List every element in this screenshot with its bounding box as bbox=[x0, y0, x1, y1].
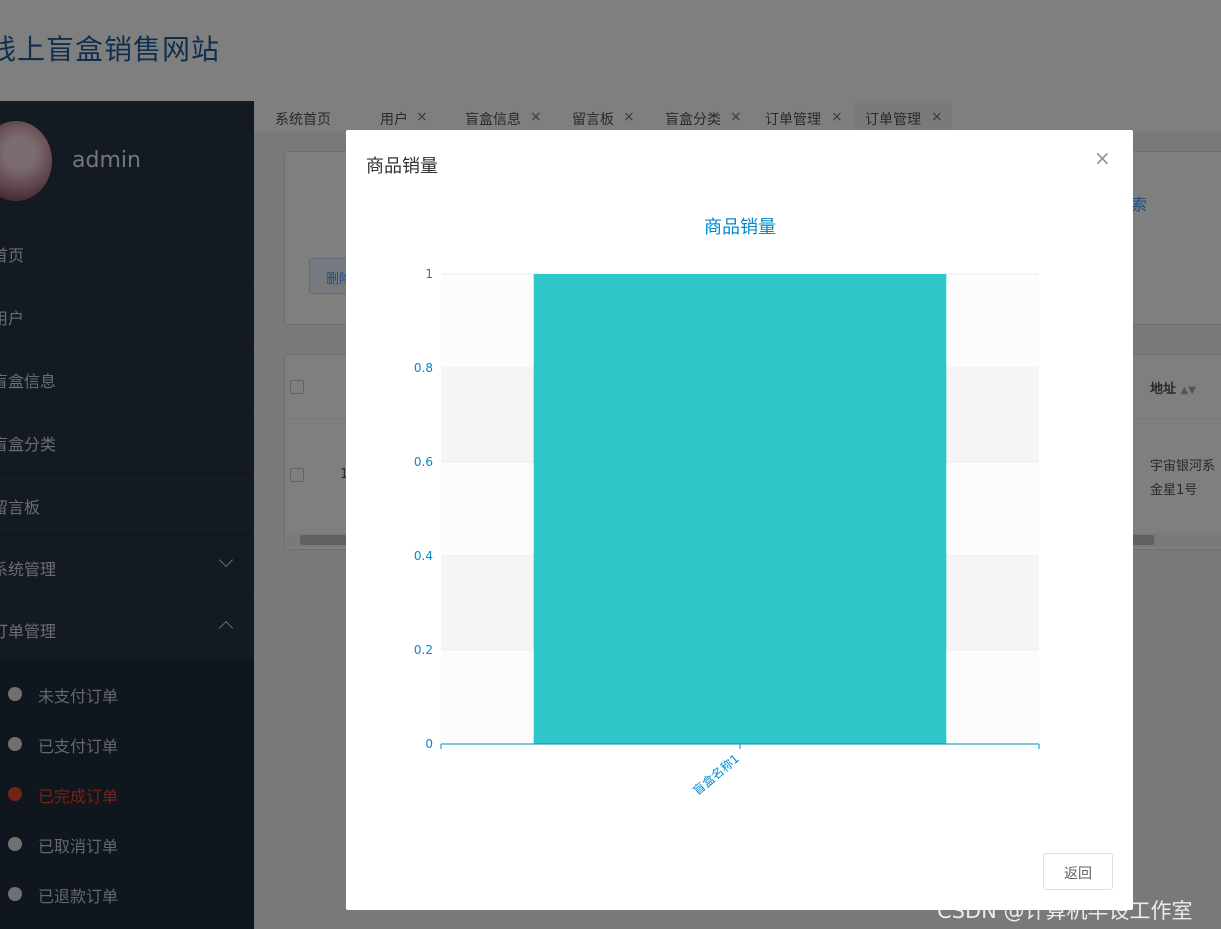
x-tick-label: 盲盒名称1 bbox=[690, 751, 742, 798]
y-tick-label: 1 bbox=[425, 267, 433, 281]
sales-bar-chart: 商品销量 0 0.2 0.4 0.6 0.8 1 盲盒名称1 bbox=[414, 217, 1040, 798]
sales-chart-dialog: 商品销量 × 商品销量 0 0.2 0.4 0.6 0.8 1 盲盒名称1 返回 bbox=[346, 130, 1133, 910]
y-tick-label: 0 bbox=[425, 737, 433, 751]
y-tick-label: 0.6 bbox=[414, 455, 433, 469]
y-tick-label: 0.4 bbox=[414, 549, 433, 563]
close-icon[interactable]: × bbox=[1094, 146, 1111, 170]
return-button-label: 返回 bbox=[1064, 866, 1092, 882]
bar bbox=[533, 274, 947, 744]
watermark: CSDN @计算机毕设工作室 bbox=[937, 899, 1193, 923]
chart-title: 商品销量 bbox=[704, 217, 776, 238]
dialog-title: 商品销量 bbox=[366, 156, 438, 177]
y-tick-label: 0.2 bbox=[414, 643, 433, 657]
chart-bars bbox=[533, 274, 947, 744]
y-tick-label: 0.8 bbox=[414, 361, 433, 375]
return-button[interactable]: 返回 bbox=[1043, 853, 1113, 890]
